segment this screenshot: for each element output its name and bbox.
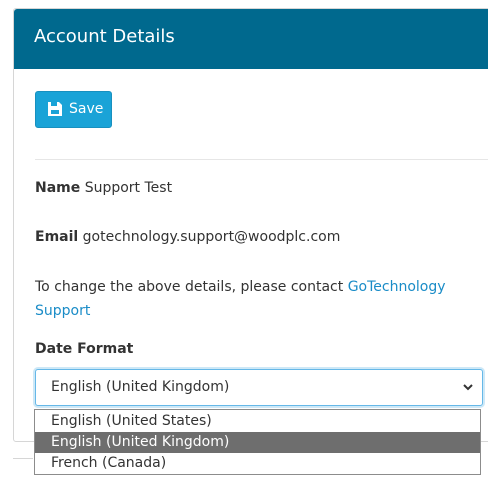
contact-note-text: To change the above details, please cont…	[35, 279, 348, 295]
name-label: Name	[35, 180, 81, 196]
account-details-panel: Account Details Save Name Support Test E…	[13, 8, 488, 442]
chevron-down-icon	[463, 384, 473, 391]
date-format-select[interactable]: English (United Kingdom)	[35, 369, 483, 406]
date-format-dropdown: English (United States) English (United …	[34, 409, 481, 475]
dropdown-option-selected[interactable]: English (United Kingdom)	[35, 432, 480, 453]
save-icon	[48, 102, 62, 116]
dropdown-option[interactable]: English (United States)	[35, 411, 480, 432]
name-row: Name Support Test	[35, 180, 172, 196]
contact-note: To change the above details, please cont…	[35, 275, 465, 323]
email-label: Email	[35, 229, 79, 245]
email-value: gotechnology.support@woodplc.com	[82, 229, 341, 245]
divider	[35, 159, 488, 160]
name-value: Support Test	[84, 180, 173, 196]
panel-header: Account Details	[14, 9, 488, 69]
save-button-label: Save	[69, 101, 104, 117]
save-button[interactable]: Save	[35, 91, 112, 128]
date-format-label: Date Format	[35, 341, 134, 357]
email-row: Email gotechnology.support@woodplc.com	[35, 229, 340, 245]
dropdown-option[interactable]: French (Canada)	[35, 453, 480, 474]
divider	[13, 458, 33, 459]
panel-title: Account Details	[34, 26, 175, 47]
date-format-selected: English (United Kingdom)	[51, 379, 230, 395]
